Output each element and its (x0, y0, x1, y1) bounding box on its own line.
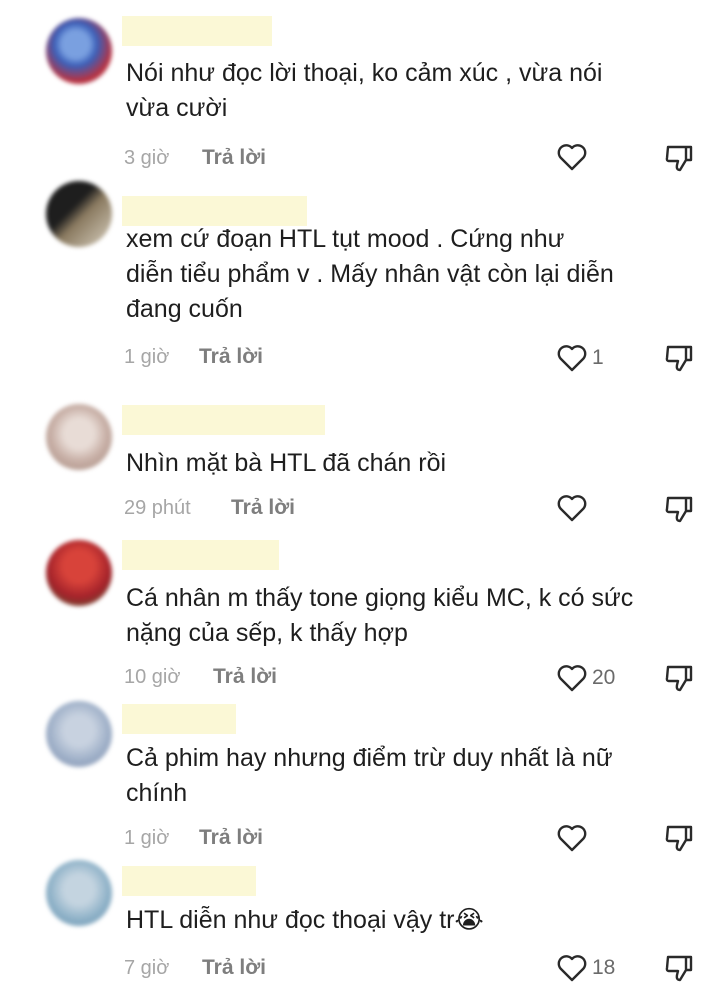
comment-time: 7 giờ (124, 957, 170, 979)
username-redacted (122, 866, 256, 896)
thumbs-down-outline-icon[interactable] (664, 953, 694, 983)
comment-text: HTL diễn như đọc thoại vậy tr😭 (126, 906, 484, 934)
avatar[interactable] (46, 860, 112, 926)
heart-outline-icon[interactable] (557, 954, 587, 982)
like-count: 18 (592, 956, 616, 979)
reply-button[interactable]: Trả lời (202, 956, 266, 980)
comment-item: HTL diễn như đọc thoại vậy tr😭 7 giờ Trả… (0, 0, 709, 1000)
